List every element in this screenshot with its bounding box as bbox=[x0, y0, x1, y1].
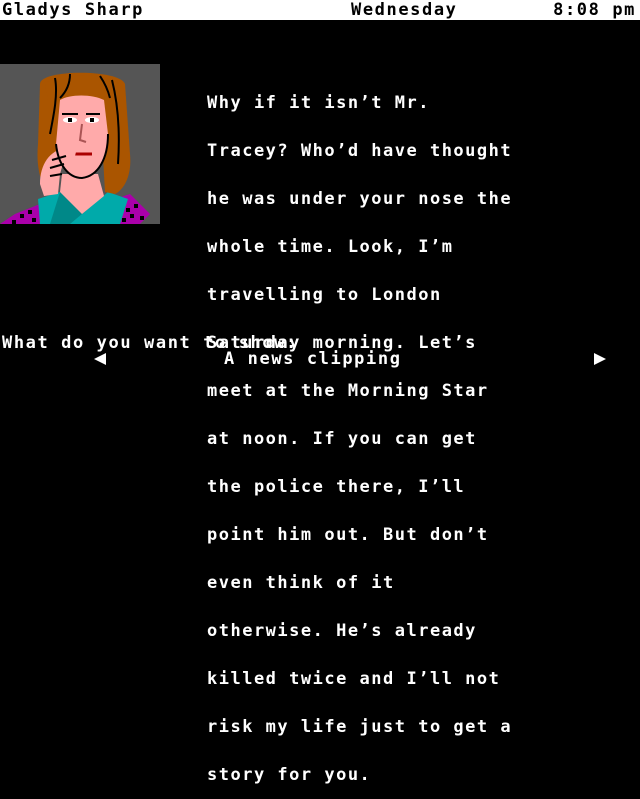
right-arrow-icon[interactable] bbox=[594, 353, 606, 365]
dialogue-line: travelling to London bbox=[207, 285, 442, 305]
dialogue-line: meet at the Morning Star bbox=[207, 381, 489, 401]
item-selector: A news clipping bbox=[0, 350, 640, 370]
dialogue-text: Why if it isn’t Mr. Tracey? Who’d have t… bbox=[207, 63, 637, 799]
gladys-sharp-portrait-image bbox=[0, 64, 160, 224]
character-name: Gladys Sharp bbox=[2, 0, 145, 20]
left-arrow-icon[interactable] bbox=[94, 353, 106, 365]
selected-item[interactable]: A news clipping bbox=[224, 350, 402, 368]
character-portrait bbox=[0, 64, 160, 224]
dialogue-line: the police there, I’ll bbox=[207, 477, 466, 497]
dialogue-line: risk my life just to get a bbox=[207, 717, 513, 737]
dialogue-line: Why if it isn’t Mr. bbox=[207, 93, 430, 113]
dialogue-line: he was under your nose the bbox=[207, 189, 513, 209]
dialogue-line: Tracey? Who’d have thought bbox=[207, 141, 513, 161]
dialogue-line: otherwise. He’s already bbox=[207, 621, 477, 641]
day-of-week: Wednesday bbox=[351, 0, 458, 20]
dialogue-line: point him out. But don’t bbox=[207, 525, 489, 545]
status-bar: Gladys Sharp Wednesday 8:08 pm bbox=[0, 0, 640, 20]
dialogue-line: story for you. bbox=[207, 765, 372, 785]
dialogue-line: killed twice and I’ll not bbox=[207, 669, 501, 689]
dialogue-line: even think of it bbox=[207, 573, 395, 593]
dialogue-line: at noon. If you can get bbox=[207, 429, 477, 449]
dialogue-line: whole time. Look, I’m bbox=[207, 237, 454, 257]
clock-time: 8:08 pm bbox=[553, 0, 636, 20]
